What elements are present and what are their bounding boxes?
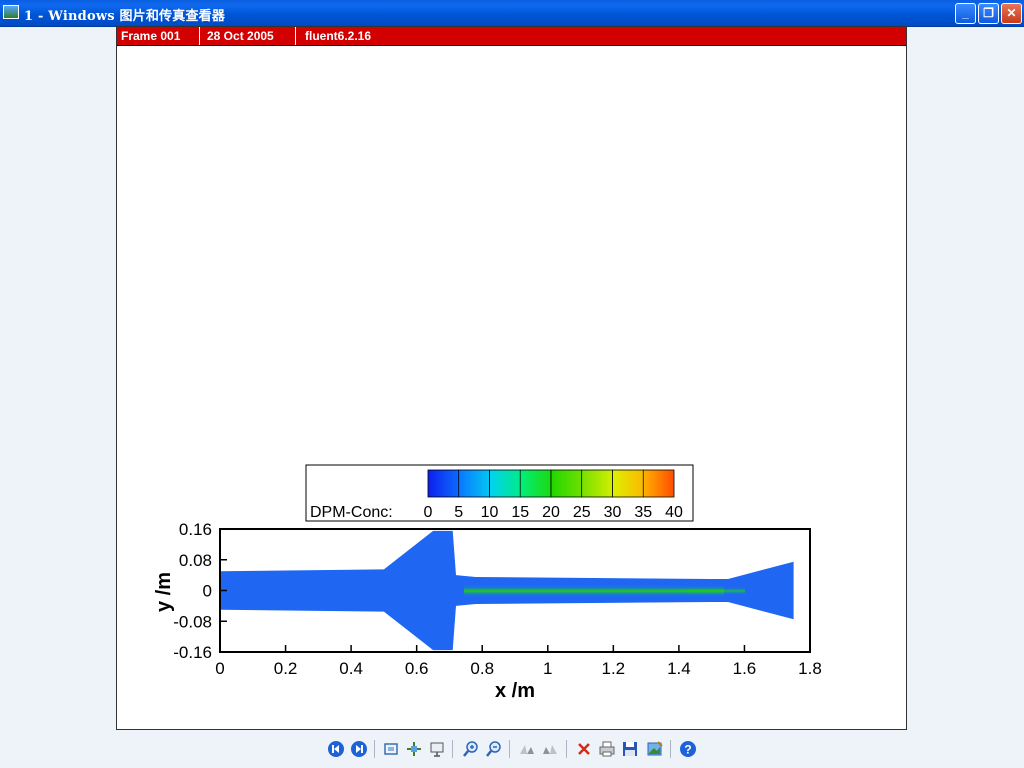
y-tick-label: 0 xyxy=(203,582,212,601)
frame-header: Frame 001 28 Oct 2005 fluent6.2.16 xyxy=(117,27,906,46)
previous-image-button[interactable] xyxy=(326,739,346,759)
rotate-counterclockwise-button[interactable] xyxy=(540,739,560,759)
colorbar-swatch-fill xyxy=(490,470,520,497)
maximize-button[interactable]: ❐ xyxy=(978,3,999,24)
title-bar[interactable]: 1 - Windows 图片和传真查看器 _ ❐ ✕ xyxy=(0,0,1024,27)
colorbar-swatch-fill xyxy=(643,470,674,497)
colorbar-tick-label: 35 xyxy=(634,504,652,521)
actual-size-button[interactable] xyxy=(404,739,424,759)
plot-area: 0 0.2 0.4 0.6 0.8 1 1.2 1.4 1.6 1.8 0.16 0.08 0 -0.0… xyxy=(153,520,822,702)
open-for-editing-button[interactable] xyxy=(645,739,665,759)
colorbar-swatch-fill xyxy=(582,470,612,497)
delete-button[interactable] xyxy=(574,739,594,759)
x-tick-label: 0.8 xyxy=(470,659,494,678)
close-button[interactable]: ✕ xyxy=(1001,3,1022,24)
x-tick-label: 1.6 xyxy=(733,659,757,678)
x-tick-label: 0 xyxy=(215,659,224,678)
zoom-in-button[interactable] xyxy=(461,739,481,759)
colorbar-tick-label: 25 xyxy=(573,504,591,521)
concentration-core-tail xyxy=(687,587,745,595)
concentration-core xyxy=(464,585,724,597)
colorbar-swatch-fill xyxy=(459,470,489,497)
colorbar-swatch-fill xyxy=(613,470,643,497)
image-canvas: Frame 001 28 Oct 2005 fluent6.2.16 0 5 10 1… xyxy=(116,26,907,730)
colorbar-tick-label: 30 xyxy=(604,504,622,521)
colorbar-tick-label: 0 xyxy=(424,504,433,521)
viewer-toolbar: ? xyxy=(0,734,1024,768)
colorbar-swatch-fill xyxy=(551,470,582,497)
minimize-button[interactable]: _ xyxy=(955,3,976,24)
date-label: 28 Oct 2005 xyxy=(207,29,274,43)
best-fit-button[interactable] xyxy=(381,739,401,759)
slideshow-button[interactable] xyxy=(427,739,447,759)
print-button[interactable] xyxy=(597,739,617,759)
colorbar-tick-label: 20 xyxy=(542,504,560,521)
x-tick-label: 1.2 xyxy=(602,659,626,678)
colorbar-tick-label: 40 xyxy=(665,504,683,521)
y-tick-label: 0.16 xyxy=(179,520,212,539)
colorbar-legend: 0 5 10 15 20 25 30 35 40 DPM-Conc: xyxy=(305,464,694,522)
x-axis-label: x /m xyxy=(495,680,535,702)
svg-text:?: ? xyxy=(684,743,691,757)
help-button[interactable]: ? xyxy=(678,739,698,759)
y-tick-label: -0.16 xyxy=(173,643,212,662)
colorbar-label: DPM-Conc: xyxy=(310,504,393,521)
x-tick-label: 1.4 xyxy=(667,659,691,678)
x-tick-label: 0.2 xyxy=(274,659,298,678)
save-button[interactable] xyxy=(620,739,640,759)
colorbar-tick-label: 10 xyxy=(481,504,499,521)
contour-plot: 0 5 10 15 20 25 30 35 40 DPM-Conc: 0 0.2 0.4 0.6 0.8… xyxy=(153,464,822,702)
rotate-clockwise-button[interactable] xyxy=(517,739,537,759)
y-tick-label: -0.08 xyxy=(173,612,212,631)
x-tick-label: 1 xyxy=(543,659,552,678)
software-label: fluent6.2.16 xyxy=(305,29,372,43)
x-tick-label: 1.8 xyxy=(798,659,822,678)
colorbar-swatch-fill xyxy=(520,470,551,497)
frame-label: Frame 001 xyxy=(121,29,181,43)
y-tick-label: 0.08 xyxy=(179,551,212,570)
window-title: 1 - Windows 图片和传真查看器 xyxy=(24,9,226,24)
colorbar-tick-label: 15 xyxy=(511,504,529,521)
x-tick-label: 0.4 xyxy=(339,659,363,678)
x-tick-label: 0.6 xyxy=(405,659,429,678)
app-icon xyxy=(3,5,19,19)
zoom-out-button[interactable] xyxy=(484,739,504,759)
colorbar-tick-label: 5 xyxy=(454,504,463,521)
colorbar-swatch-fill xyxy=(428,470,459,497)
y-axis-label: y /m xyxy=(153,572,175,612)
next-image-button[interactable] xyxy=(349,739,369,759)
